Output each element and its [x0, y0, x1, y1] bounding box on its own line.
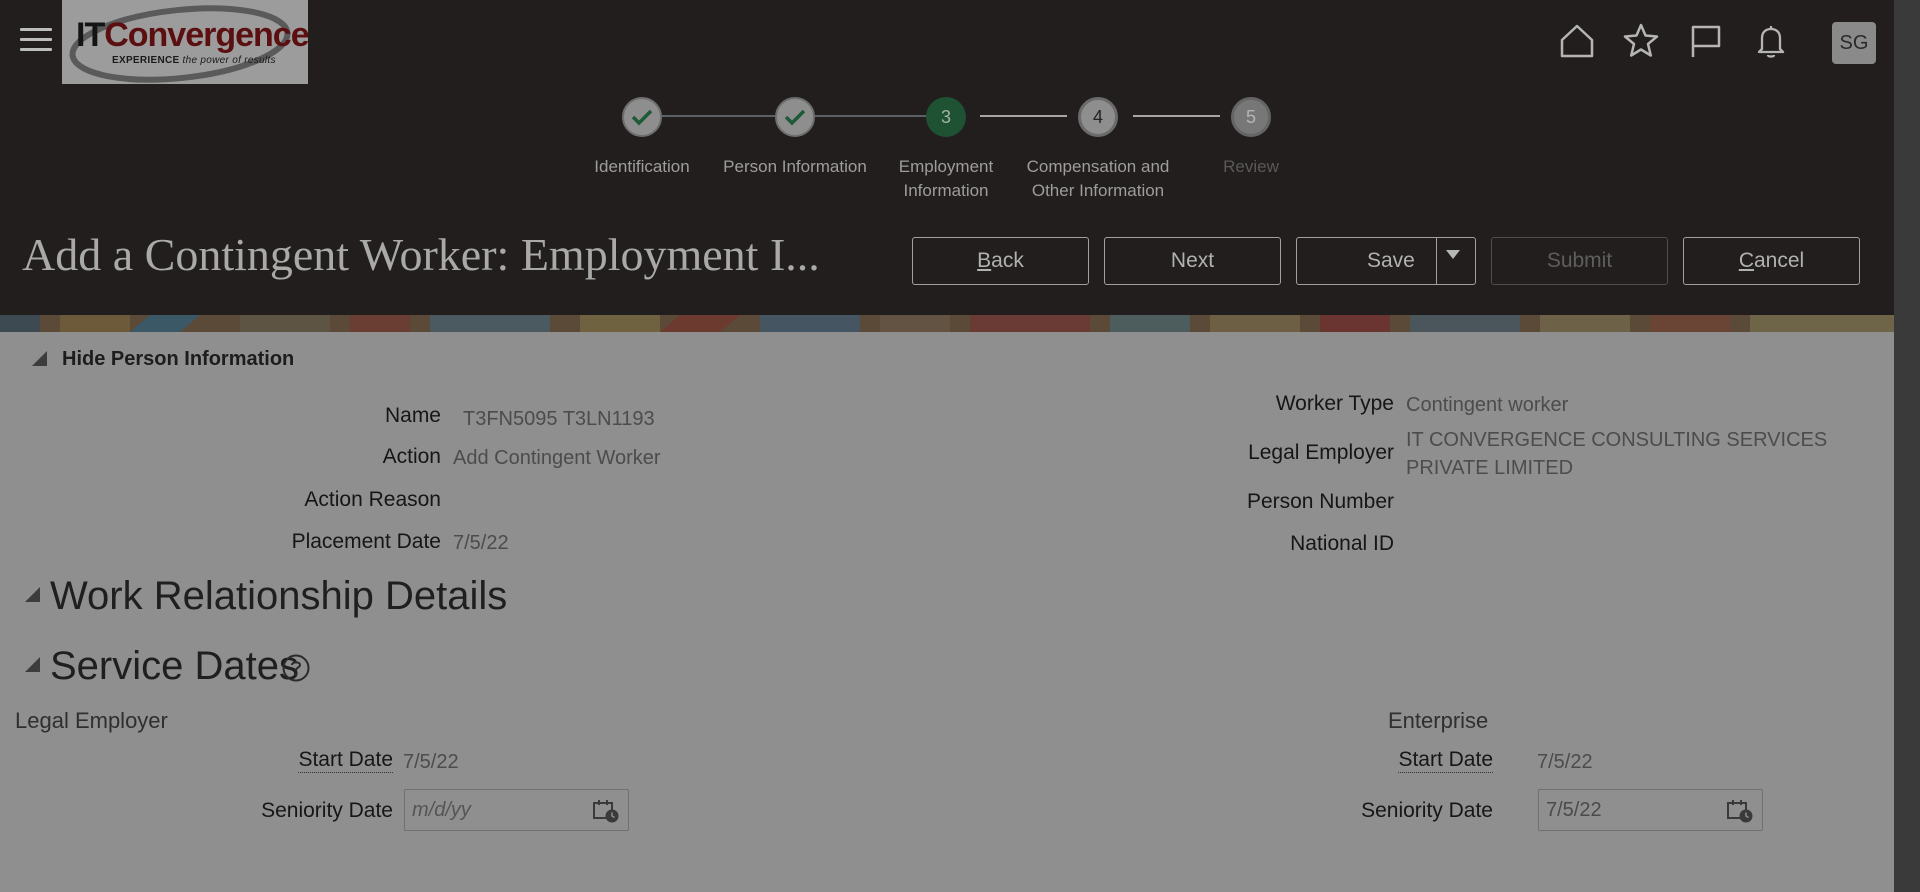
save-button[interactable]: Save — [1296, 237, 1476, 285]
global-header: ITConvergence® EXPERIENCE the power of r… — [0, 0, 1894, 315]
collapse-triangle-icon[interactable] — [25, 657, 40, 672]
train-label: Review — [1223, 157, 1279, 176]
user-avatar[interactable]: SG — [1832, 22, 1876, 64]
cancel-button[interactable]: Cancel — [1683, 237, 1860, 285]
legal-employer-start-date-label: Start Date — [298, 748, 393, 773]
scrollbar-track[interactable] — [1894, 0, 1920, 892]
logo-wordmark: ITConvergence® — [76, 16, 308, 54]
train-connector — [1133, 115, 1220, 117]
enterprise-seniority-date-input[interactable] — [1539, 790, 1719, 830]
hide-person-information-toggle[interactable]: Hide Person Information — [62, 348, 294, 371]
enterprise-start-date-label: Start Date — [1398, 748, 1493, 773]
action-reason-label: Action Reason — [304, 488, 441, 511]
train-label: Identification — [594, 157, 690, 176]
next-button[interactable]: Next — [1104, 237, 1281, 285]
flag-icon[interactable] — [1687, 22, 1725, 60]
train-connector — [661, 115, 775, 117]
checkmark-icon — [784, 109, 806, 126]
service-dates-heading[interactable]: Service Dates — [50, 644, 299, 689]
company-logo[interactable]: ITConvergence® EXPERIENCE the power of r… — [62, 0, 308, 84]
star-icon[interactable] — [1622, 22, 1660, 60]
worker-type-label: Worker Type — [1275, 392, 1394, 415]
train-label: Employment Information — [898, 157, 994, 200]
legal-employer-seniority-date-field[interactable] — [404, 789, 629, 831]
page-title: Add a Contingent Worker: Employment I... — [22, 229, 820, 280]
name-value: T3FN5095 T3LN1193 — [463, 408, 655, 430]
decorative-banner — [0, 315, 1894, 332]
logo-tagline: EXPERIENCE the power of results — [112, 55, 276, 66]
legal-employer-value-line1: IT CONVERGENCE CONSULTING SERVICES — [1406, 429, 1828, 451]
train-stop-compensation[interactable]: 4 — [1078, 97, 1118, 137]
enterprise-seniority-date-field[interactable] — [1538, 789, 1763, 831]
collapse-triangle-icon[interactable] — [32, 351, 47, 366]
legal-employer-subheading: Legal Employer — [15, 708, 168, 733]
work-relationship-details-heading[interactable]: Work Relationship Details — [50, 574, 507, 619]
legal-employer-seniority-date-label: Seniority Date — [261, 799, 393, 822]
train-label: Compensation and Other Information — [1026, 157, 1170, 200]
calendar-icon[interactable] — [1726, 798, 1754, 824]
action-label: Action — [382, 445, 441, 468]
train-stop-review: 5 — [1231, 97, 1271, 137]
national-id-label: National ID — [1290, 532, 1394, 555]
train-stop-identification[interactable] — [622, 97, 662, 137]
enterprise-start-date-value: 7/5/22 — [1537, 751, 1593, 773]
help-icon[interactable] — [281, 653, 311, 683]
train-label: Person Information — [723, 157, 867, 176]
person-number-label: Person Number — [1246, 490, 1394, 513]
menu-icon[interactable] — [20, 28, 52, 54]
submit-button: Submit — [1491, 237, 1668, 285]
calendar-icon[interactable] — [592, 798, 620, 824]
collapse-triangle-icon[interactable] — [25, 587, 40, 602]
legal-employer-value-line2: PRIVATE LIMITED — [1406, 457, 1574, 479]
placement-date-value: 7/5/22 — [453, 532, 509, 554]
save-menu-caret-icon[interactable] — [1446, 250, 1460, 259]
train-connector — [980, 115, 1067, 117]
legal-employer-label: Legal Employer — [1248, 441, 1394, 464]
train-stop-person-information[interactable] — [775, 97, 815, 137]
back-button[interactable]: Back — [912, 237, 1089, 285]
worker-type-value: Contingent worker — [1406, 394, 1569, 416]
legal-employer-start-date-value: 7/5/22 — [403, 751, 459, 773]
train-connector — [814, 115, 928, 117]
train-stop-employment-information[interactable]: 3 — [926, 97, 966, 137]
enterprise-subheading: Enterprise — [1388, 708, 1489, 733]
name-label: Name — [384, 404, 441, 427]
action-value: Add Contingent Worker — [453, 447, 661, 469]
enterprise-seniority-date-label: Seniority Date — [1361, 799, 1493, 822]
home-icon[interactable] — [1558, 22, 1596, 60]
checkmark-icon — [631, 109, 653, 126]
legal-employer-seniority-date-input[interactable] — [405, 790, 585, 830]
placement-date-label: Placement Date — [291, 530, 441, 553]
save-divider — [1436, 237, 1437, 285]
bell-icon[interactable] — [1752, 22, 1790, 60]
